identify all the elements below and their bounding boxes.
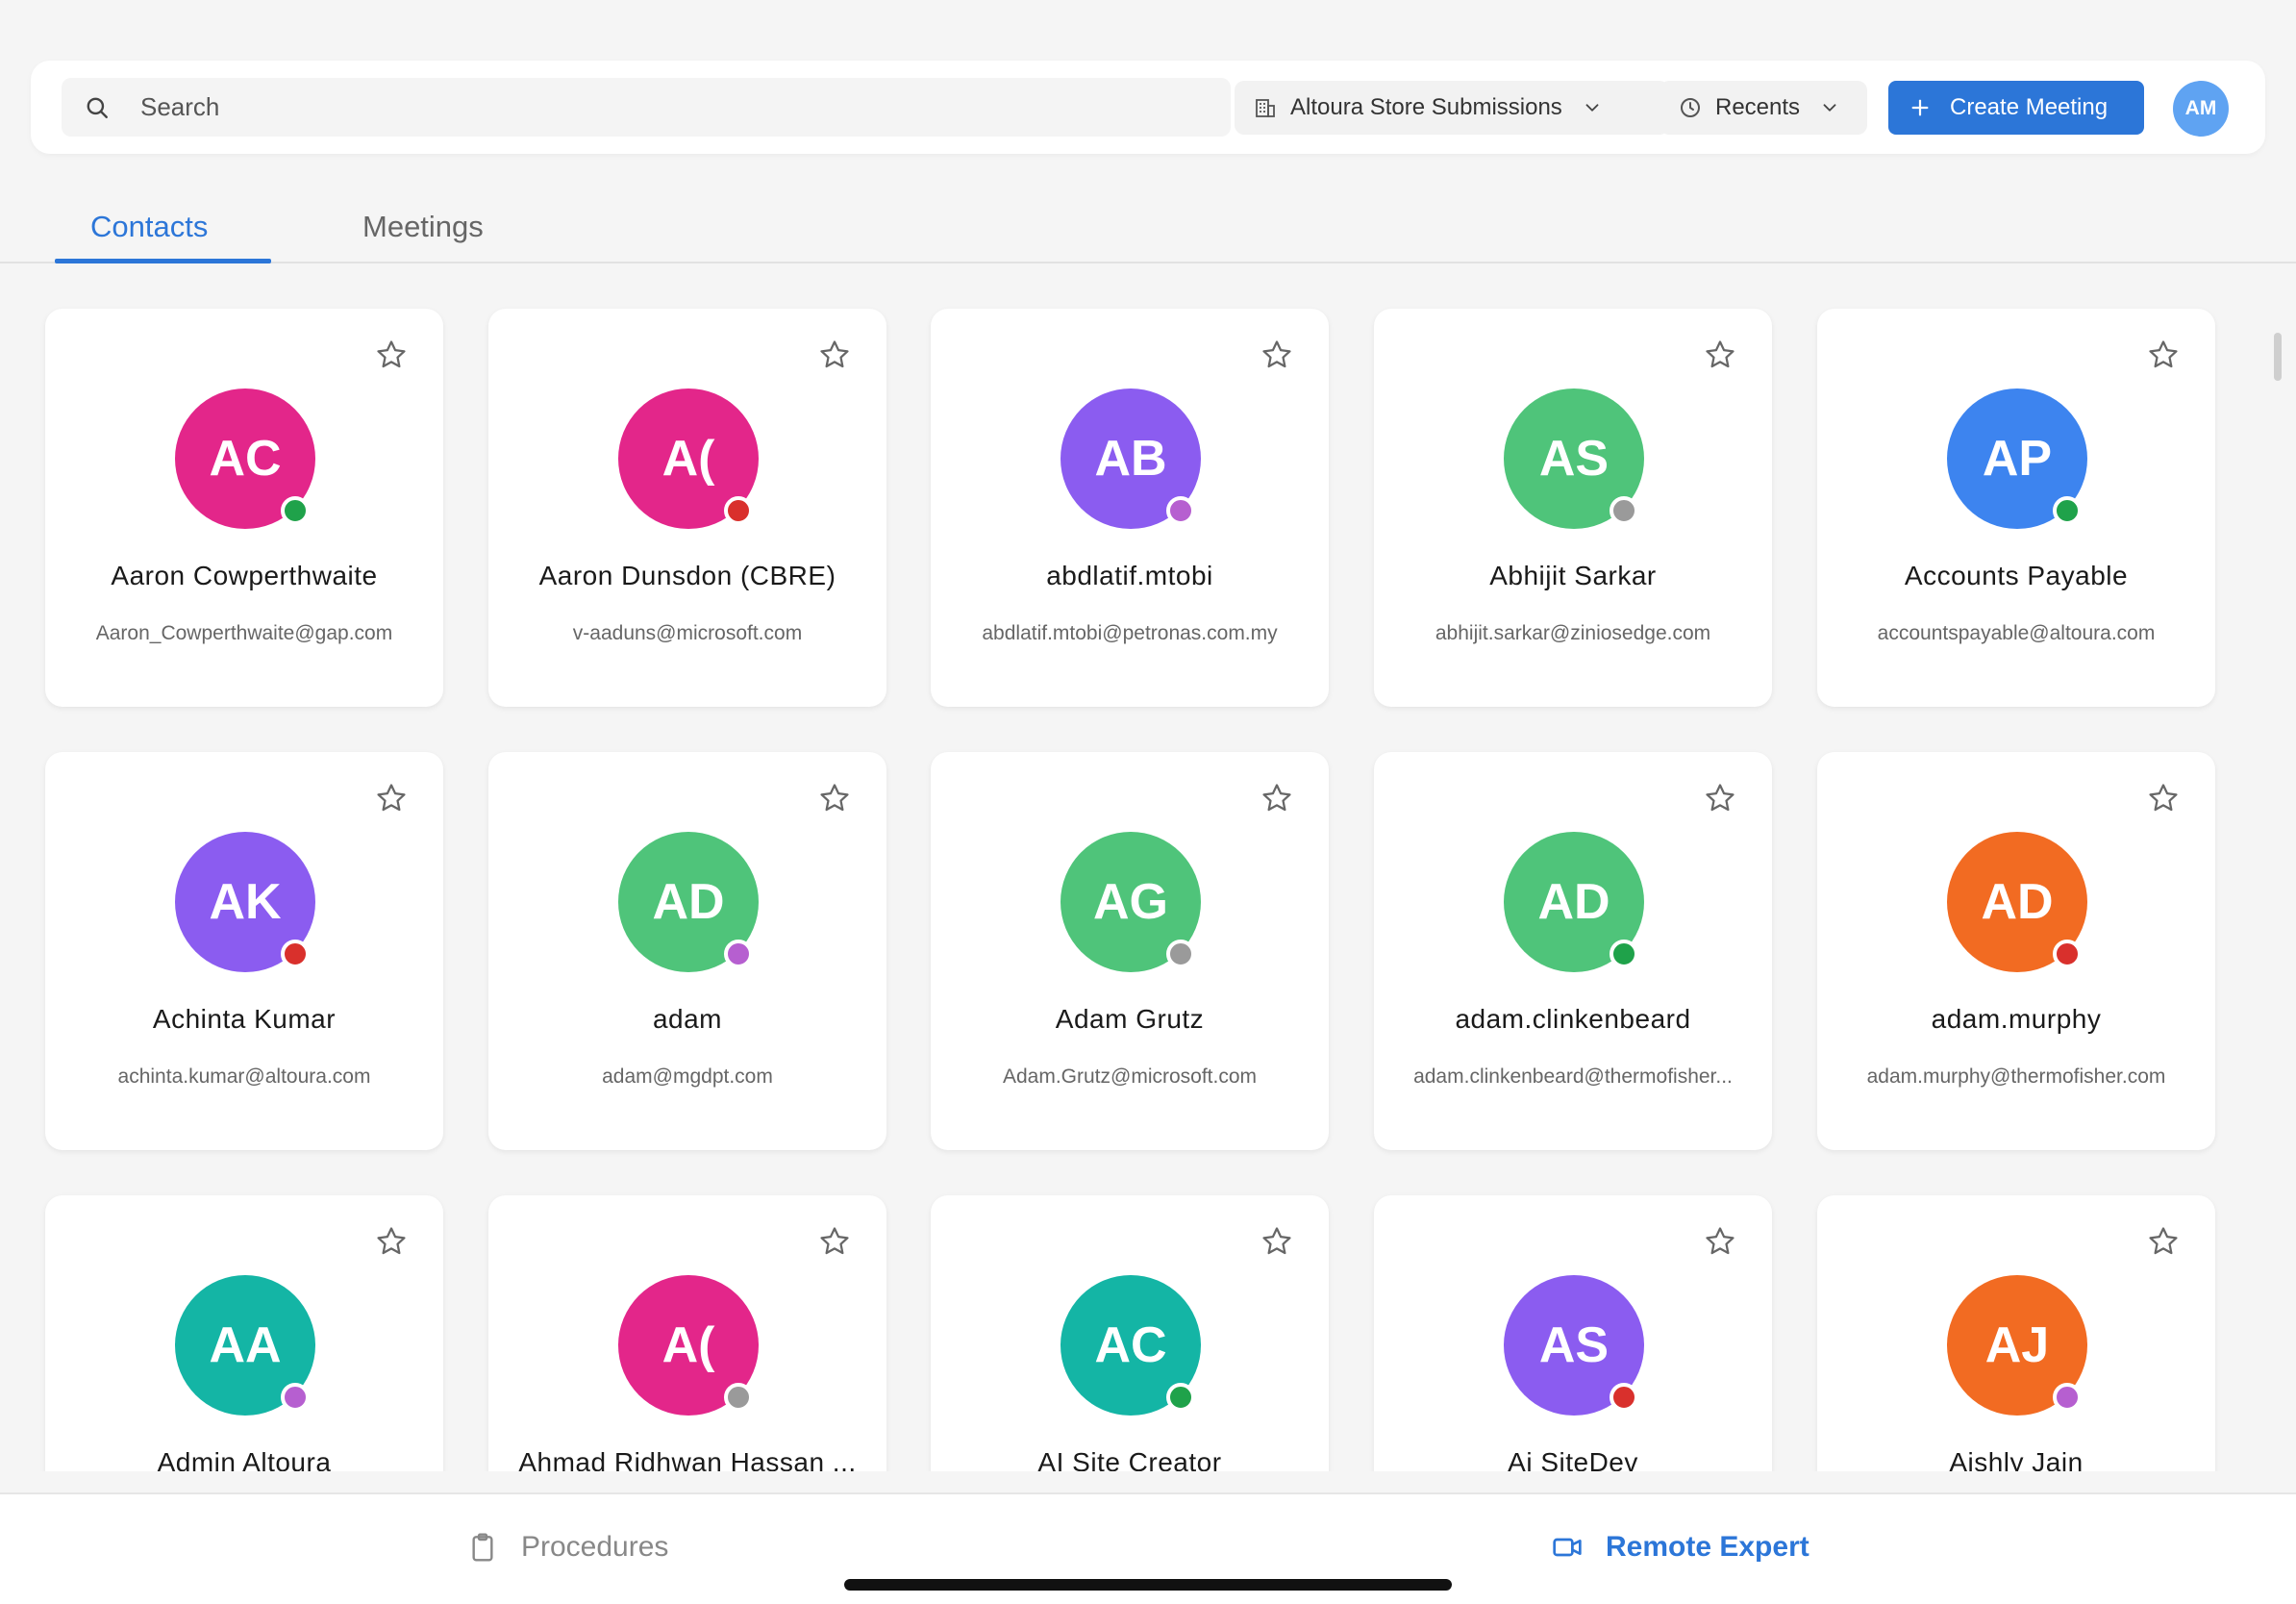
tab-meetings[interactable]: Meetings (362, 210, 484, 244)
star-icon[interactable] (375, 782, 408, 815)
star-icon[interactable] (1260, 1225, 1293, 1258)
contact-card[interactable]: AC AI Site Creator (931, 1195, 1329, 1471)
contact-name: adam.murphy (1931, 1004, 2102, 1034)
contact-email: accountspayable@altoura.com (1877, 622, 2156, 644)
contact-card[interactable]: AD adam.murphy adam.murphy@thermofisher.co… (1817, 752, 2215, 1150)
contact-card[interactable]: AB abdlatif.mtobi abdlatif.mtobi@petronas.… (931, 309, 1329, 707)
tab-bar: Contacts Meetings (0, 192, 2296, 263)
home-indicator (844, 1579, 1452, 1591)
contact-card[interactable]: AD adam adam@mgdpt.com (488, 752, 886, 1150)
presence-status-dot (1610, 496, 1638, 525)
contact-card[interactable]: A(Ahmad Ridhwan Hassan ... (488, 1195, 886, 1471)
contact-card[interactable]: AJ Aishly Jain (1817, 1195, 2215, 1471)
contact-email: Adam.Grutz@microsoft.com (1002, 1065, 1258, 1088)
video-camera-icon (1553, 1538, 1582, 1557)
nav-remote-expert[interactable]: Remote Expert (1552, 1523, 1809, 1571)
contact-name: Ai SiteDev (1508, 1447, 1638, 1471)
presence-status-dot (281, 940, 310, 968)
search-box[interactable] (62, 78, 1231, 137)
contact-name: AI Site Creator (1037, 1447, 1222, 1471)
presence-status-dot (724, 1383, 753, 1412)
create-meeting-label: Create Meeting (1950, 94, 2109, 120)
user-avatar[interactable]: AM (2173, 81, 2229, 137)
star-icon[interactable] (375, 1225, 408, 1258)
star-icon[interactable] (818, 338, 851, 371)
contact-card[interactable]: AD adam.clinkenbeard adam.clinkenbeard@the… (1374, 752, 1772, 1150)
clock-icon (1681, 98, 1700, 117)
presence-status-dot (2053, 1383, 2082, 1412)
plus-icon (1911, 99, 1929, 116)
contact-name: Aaron Cowperthwaite (111, 561, 378, 590)
top-bar: Altoura Store Submissions Recents Create… (31, 61, 2265, 154)
presence-status-dot (281, 1383, 310, 1412)
store-dropdown[interactable]: Altoura Store Submissions (1235, 81, 1669, 135)
contact-name: Abhijit Sarkar (1489, 561, 1657, 590)
contact-card[interactable]: AS Ai SiteDev (1374, 1195, 1772, 1471)
contact-name: Ahmad Ridhwan Hassan ... (518, 1447, 857, 1471)
nav-remote-expert-label: Remote Expert (1606, 1531, 1809, 1563)
presence-status-dot (1166, 940, 1195, 968)
bottom-nav: Procedures Remote Expert (0, 1492, 2296, 1604)
contact-email: achinta.kumar@altoura.com (117, 1065, 371, 1088)
contact-name: abdlatif.mtobi (1046, 561, 1213, 590)
store-dropdown-label: Altoura Store Submissions (1290, 94, 1562, 120)
contact-email: abdlatif.mtobi@petronas.com.my (982, 622, 1278, 644)
contact-card[interactable]: AS Abhijit Sarkar abhijit.sarkar@ziniosedg… (1374, 309, 1772, 707)
star-icon[interactable] (1704, 1225, 1736, 1258)
star-icon[interactable] (2147, 338, 2180, 371)
contact-card[interactable]: A(Aaron Dunsdon (CBRE) v-aaduns@microsoft… (488, 309, 886, 707)
contact-name: Aaron Dunsdon (CBRE) (538, 561, 836, 590)
clipboard-icon (472, 1533, 493, 1562)
presence-status-dot (724, 496, 753, 525)
presence-status-dot (1610, 1383, 1638, 1412)
contact-email: adam.clinkenbeard@thermofisher... (1413, 1065, 1733, 1088)
search-input[interactable] (140, 78, 1208, 137)
contact-email: abhijit.sarkar@ziniosedge.com (1435, 622, 1711, 644)
chevron-down-icon (1823, 104, 1836, 112)
contact-email: Aaron_Cowperthwaite@gap.com (95, 622, 393, 644)
presence-status-dot (1166, 1383, 1195, 1412)
tab-contacts[interactable]: Contacts (90, 210, 208, 244)
contact-name: Aishly Jain (1949, 1447, 2084, 1471)
scrollbar-thumb[interactable] (2274, 333, 2282, 381)
star-icon[interactable] (2147, 1225, 2180, 1258)
contact-email: adam@mgdpt.com (602, 1065, 773, 1088)
chevron-down-icon (1585, 104, 1599, 112)
contact-email: adam.murphy@thermofisher.com (1866, 1065, 2166, 1088)
contact-name: Admin Altoura (157, 1447, 332, 1471)
presence-status-dot (281, 496, 310, 525)
contacts-grid: AC Aaron Cowperthwaite Aaron_Cowperthwaite… (0, 263, 2296, 1471)
star-icon[interactable] (818, 782, 851, 815)
presence-status-dot (2053, 496, 2082, 525)
nav-procedures-label: Procedures (521, 1531, 669, 1563)
star-icon[interactable] (1260, 782, 1293, 815)
building-icon (1256, 99, 1275, 117)
star-icon[interactable] (1260, 338, 1293, 371)
search-icon (87, 97, 108, 118)
contact-card[interactable]: AK Achinta Kumar achinta.kumar@altoura.com (45, 752, 443, 1150)
nav-procedures[interactable]: Procedures (467, 1523, 668, 1571)
presence-status-dot (1610, 940, 1638, 968)
star-icon[interactable] (818, 1225, 851, 1258)
contact-card[interactable]: AA Admin Altoura (45, 1195, 443, 1471)
contact-card[interactable]: AP Accounts Payable accountspayable@altour… (1817, 309, 2215, 707)
star-icon[interactable] (2147, 782, 2180, 815)
recents-dropdown-label: Recents (1715, 94, 1801, 120)
create-meeting-button[interactable]: Create Meeting (1888, 81, 2144, 135)
contact-name: adam.clinkenbeard (1455, 1004, 1691, 1034)
presence-status-dot (724, 940, 753, 968)
contact-name: adam (652, 1004, 723, 1034)
star-icon[interactable] (1704, 338, 1736, 371)
contact-name: Accounts Payable (1904, 561, 2129, 590)
presence-status-dot (1166, 496, 1195, 525)
contact-name: Achinta Kumar (152, 1004, 337, 1034)
contact-email: v-aaduns@microsoft.com (572, 622, 803, 644)
contact-name: Adam Grutz (1055, 1004, 1205, 1034)
star-icon[interactable] (1704, 782, 1736, 815)
contact-card[interactable]: AG Adam Grutz Adam.Grutz@microsoft.com (931, 752, 1329, 1150)
contact-card[interactable]: AC Aaron Cowperthwaite Aaron_Cowperthwaite… (45, 309, 443, 707)
star-icon[interactable] (375, 338, 408, 371)
presence-status-dot (2053, 940, 2082, 968)
recents-dropdown[interactable]: Recents (1660, 81, 1867, 135)
